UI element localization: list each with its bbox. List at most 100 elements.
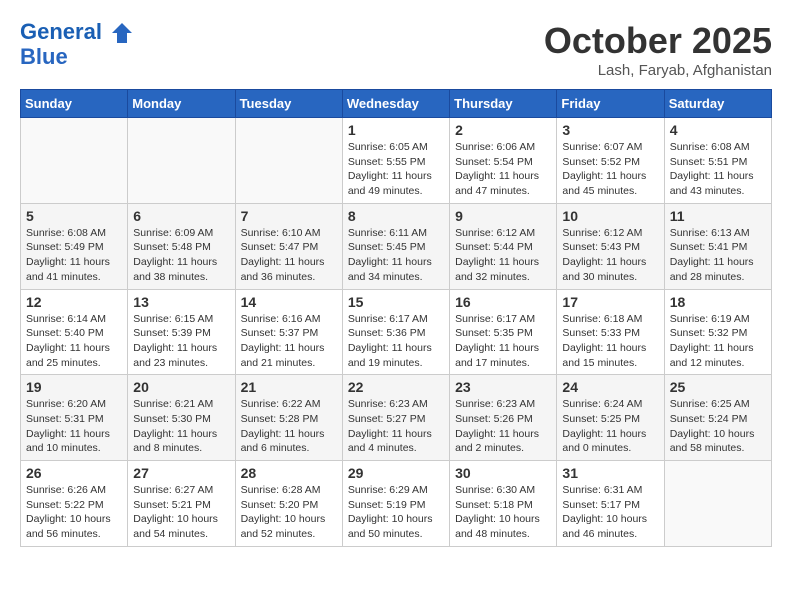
calendar-cell: 8 Sunrise: 6:11 AM Sunset: 5:45 PM Daylig… (342, 203, 449, 289)
logo-text: General Blue (20, 20, 134, 69)
day-number: 18 (670, 294, 766, 310)
day-info: Sunrise: 6:08 AM Sunset: 5:51 PM Dayligh… (670, 140, 766, 199)
calendar-cell: 27Sunrise: 6:27 AM Sunset: 5:21 PM Dayli… (128, 461, 235, 547)
calendar-cell: 13Sunrise: 6:15 AM Sunset: 5:39 PM Dayli… (128, 289, 235, 375)
day-number: 7 (241, 208, 337, 224)
day-info: Sunrise: 6:21 AM Sunset: 5:30 PM Dayligh… (133, 397, 229, 456)
day-info: Sunrise: 6:28 AM Sunset: 5:20 PM Dayligh… (241, 483, 337, 542)
day-number: 8 (348, 208, 444, 224)
calendar-cell: 4 Sunrise: 6:08 AM Sunset: 5:51 PM Daylig… (664, 118, 771, 204)
day-info: Sunrise: 6:07 AM Sunset: 5:52 PM Dayligh… (562, 140, 658, 199)
day-info: Sunrise: 6:26 AM Sunset: 5:22 PM Dayligh… (26, 483, 122, 542)
day-number: 11 (670, 208, 766, 224)
day-number: 28 (241, 465, 337, 481)
calendar-cell: 18 Sunrise: 6:19 AM Sunset: 5:32 PM Dayli… (664, 289, 771, 375)
weekday-header-row: SundayMondayTuesdayWednesdayThursdayFrid… (21, 90, 772, 118)
day-number: 12 (26, 294, 122, 310)
day-info: Sunrise: 6:17 AM Sunset: 5:35 PM Dayligh… (455, 312, 551, 371)
day-info: Sunrise: 6:30 AM Sunset: 5:18 PM Dayligh… (455, 483, 551, 542)
day-info: Sunrise: 6:18 AM Sunset: 5:33 PM Dayligh… (562, 312, 658, 371)
calendar-cell (128, 118, 235, 204)
calendar-cell: 1 Sunrise: 6:05 AM Sunset: 5:55 PM Daylig… (342, 118, 449, 204)
day-info: Sunrise: 6:25 AM Sunset: 5:24 PM Dayligh… (670, 397, 766, 456)
day-number: 15 (348, 294, 444, 310)
calendar-cell: 23Sunrise: 6:23 AM Sunset: 5:26 PM Dayli… (450, 375, 557, 461)
calendar-cell (21, 118, 128, 204)
calendar-week-4: 19 Sunrise: 6:20 AM Sunset: 5:31 PM Dayli… (21, 375, 772, 461)
day-info: Sunrise: 6:24 AM Sunset: 5:25 PM Dayligh… (562, 397, 658, 456)
day-info: Sunrise: 6:12 AM Sunset: 5:43 PM Dayligh… (562, 226, 658, 285)
day-number: 19 (26, 379, 122, 395)
calendar-week-2: 5 Sunrise: 6:08 AM Sunset: 5:49 PM Daylig… (21, 203, 772, 289)
day-number: 14 (241, 294, 337, 310)
location: Lash, Faryab, Afghanistan (544, 62, 772, 79)
calendar-cell: 10 Sunrise: 6:12 AM Sunset: 5:43 PM Dayli… (557, 203, 664, 289)
calendar-cell: 29 Sunrise: 6:29 AM Sunset: 5:19 PM Dayli… (342, 461, 449, 547)
calendar-week-5: 26 Sunrise: 6:26 AM Sunset: 5:22 PM Dayli… (21, 461, 772, 547)
day-number: 5 (26, 208, 122, 224)
title-block: October 2025 Lash, Faryab, Afghanistan (544, 20, 772, 79)
day-number: 16 (455, 294, 551, 310)
calendar-cell: 7 Sunrise: 6:10 AM Sunset: 5:47 PM Daylig… (235, 203, 342, 289)
day-number: 20 (133, 379, 229, 395)
day-info: Sunrise: 6:08 AM Sunset: 5:49 PM Dayligh… (26, 226, 122, 285)
calendar-cell: 16 Sunrise: 6:17 AM Sunset: 5:35 PM Dayli… (450, 289, 557, 375)
weekday-header-saturday: Saturday (664, 90, 771, 118)
day-number: 6 (133, 208, 229, 224)
day-info: Sunrise: 6:06 AM Sunset: 5:54 PM Dayligh… (455, 140, 551, 199)
day-number: 30 (455, 465, 551, 481)
day-number: 4 (670, 122, 766, 138)
day-number: 9 (455, 208, 551, 224)
logo: General Blue (20, 20, 134, 69)
calendar-cell: 5 Sunrise: 6:08 AM Sunset: 5:49 PM Daylig… (21, 203, 128, 289)
day-info: Sunrise: 6:19 AM Sunset: 5:32 PM Dayligh… (670, 312, 766, 371)
day-number: 26 (26, 465, 122, 481)
day-info: Sunrise: 6:10 AM Sunset: 5:47 PM Dayligh… (241, 226, 337, 285)
day-info: Sunrise: 6:20 AM Sunset: 5:31 PM Dayligh… (26, 397, 122, 456)
day-info: Sunrise: 6:27 AM Sunset: 5:21 PM Dayligh… (133, 483, 229, 542)
day-info: Sunrise: 6:13 AM Sunset: 5:41 PM Dayligh… (670, 226, 766, 285)
calendar-cell: 3Sunrise: 6:07 AM Sunset: 5:52 PM Daylig… (557, 118, 664, 204)
weekday-header-friday: Friday (557, 90, 664, 118)
weekday-header-monday: Monday (128, 90, 235, 118)
calendar-cell (664, 461, 771, 547)
calendar-cell: 2Sunrise: 6:06 AM Sunset: 5:54 PM Daylig… (450, 118, 557, 204)
weekday-header-tuesday: Tuesday (235, 90, 342, 118)
weekday-header-thursday: Thursday (450, 90, 557, 118)
calendar-cell: 22Sunrise: 6:23 AM Sunset: 5:27 PM Dayli… (342, 375, 449, 461)
day-number: 10 (562, 208, 658, 224)
calendar-cell: 9 Sunrise: 6:12 AM Sunset: 5:44 PM Daylig… (450, 203, 557, 289)
calendar-cell: 21 Sunrise: 6:22 AM Sunset: 5:28 PM Dayli… (235, 375, 342, 461)
day-number: 24 (562, 379, 658, 395)
day-number: 29 (348, 465, 444, 481)
day-number: 13 (133, 294, 229, 310)
calendar-cell: 15Sunrise: 6:17 AM Sunset: 5:36 PM Dayli… (342, 289, 449, 375)
calendar-cell: 24 Sunrise: 6:24 AM Sunset: 5:25 PM Dayli… (557, 375, 664, 461)
calendar-cell (235, 118, 342, 204)
day-info: Sunrise: 6:11 AM Sunset: 5:45 PM Dayligh… (348, 226, 444, 285)
calendar-week-1: 1 Sunrise: 6:05 AM Sunset: 5:55 PM Daylig… (21, 118, 772, 204)
weekday-header-wednesday: Wednesday (342, 90, 449, 118)
day-info: Sunrise: 6:23 AM Sunset: 5:27 PM Dayligh… (348, 397, 444, 456)
day-info: Sunrise: 6:09 AM Sunset: 5:48 PM Dayligh… (133, 226, 229, 285)
calendar-cell: 30 Sunrise: 6:30 AM Sunset: 5:18 PM Dayli… (450, 461, 557, 547)
day-info: Sunrise: 6:31 AM Sunset: 5:17 PM Dayligh… (562, 483, 658, 542)
day-info: Sunrise: 6:05 AM Sunset: 5:55 PM Dayligh… (348, 140, 444, 199)
calendar-cell: 31Sunrise: 6:31 AM Sunset: 5:17 PM Dayli… (557, 461, 664, 547)
calendar-cell: 14Sunrise: 6:16 AM Sunset: 5:37 PM Dayli… (235, 289, 342, 375)
calendar-table: SundayMondayTuesdayWednesdayThursdayFrid… (20, 89, 772, 547)
day-info: Sunrise: 6:29 AM Sunset: 5:19 PM Dayligh… (348, 483, 444, 542)
page-header: General Blue October 2025 Lash, Faryab, … (20, 20, 772, 79)
day-info: Sunrise: 6:14 AM Sunset: 5:40 PM Dayligh… (26, 312, 122, 371)
calendar-cell: 20 Sunrise: 6:21 AM Sunset: 5:30 PM Dayli… (128, 375, 235, 461)
calendar-cell: 25 Sunrise: 6:25 AM Sunset: 5:24 PM Dayli… (664, 375, 771, 461)
calendar-cell: 11 Sunrise: 6:13 AM Sunset: 5:41 PM Dayli… (664, 203, 771, 289)
day-number: 25 (670, 379, 766, 395)
day-number: 1 (348, 122, 444, 138)
day-number: 21 (241, 379, 337, 395)
day-info: Sunrise: 6:22 AM Sunset: 5:28 PM Dayligh… (241, 397, 337, 456)
day-number: 23 (455, 379, 551, 395)
calendar-cell: 19 Sunrise: 6:20 AM Sunset: 5:31 PM Dayli… (21, 375, 128, 461)
month-title: October 2025 (544, 20, 772, 62)
day-info: Sunrise: 6:12 AM Sunset: 5:44 PM Dayligh… (455, 226, 551, 285)
